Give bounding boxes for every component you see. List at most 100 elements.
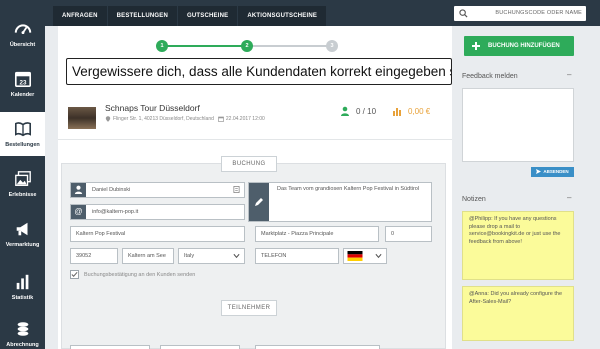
chevron-down-icon [375,253,382,259]
send-icon [536,169,542,175]
name-field[interactable]: Daniel Dubinski [70,182,245,198]
phone-placeholder: TELEFON [261,253,287,259]
add-booking-label: BUCHUNG HINZUFÜGEN [488,43,560,49]
search-placeholder: BUCHUNGSCODE ODER NAME [495,10,582,16]
top-bar: ANFRAGEN BESTELLUNGEN GUTSCHEINE AKTIONS… [45,0,600,26]
bar-chart-icon [393,108,401,116]
tab-aktionsgutscheine[interactable]: AKTIONSGUTSCHEINE [238,6,327,26]
validation-tooltip: Vergewissere dich, dass alle Kundendaten… [66,58,452,85]
participants-stat: 0 / 10 [340,106,376,116]
country-select[interactable]: Italy [178,248,245,264]
note-card: @Philipp: If you have any questions plea… [462,211,574,280]
house-number-value: 0 [391,231,395,237]
send-feedback-button[interactable]: ABSENDEN [531,167,574,177]
notes-collapse-button[interactable]: – [567,193,571,202]
city-field[interactable]: Kaltern am See [122,248,174,264]
sidebar-item-erlebnisse[interactable]: Erlebnisse [0,170,45,200]
pencil-icon [255,198,263,206]
sidebar-item-label: Übersicht [9,42,36,48]
sidebar-item-label: Bestellungen [5,142,40,148]
company-value: Kaltern Pop Festival [76,231,126,237]
divider [58,139,452,140]
note-text: @Philipp: If you have any questions plea… [469,216,561,245]
note-text: @Anna: Did you already configure the Aft… [469,291,563,305]
step-line-pending [247,45,332,47]
at-icon: @ [74,207,82,216]
sidebar-item-label: Abrechnung [6,342,39,348]
section-label-teilnehmer: TEILNEHMER [221,300,277,316]
sidebar-item-statistik[interactable]: Statistik [0,273,45,303]
book-icon [14,122,31,137]
event-thumbnail [68,107,96,129]
phone-country-select[interactable] [343,248,387,264]
progress-stepper: 1 2 3 [156,40,338,52]
event-address: Flinger Str. 1, 40213 Düsseldorf, Deutsc… [113,116,214,122]
sidebar: Übersicht 23 Kalender Bestellungen Erleb… [0,0,45,349]
sidebar-item-abrechnung[interactable]: Abrechnung [0,320,45,349]
send-confirmation-checkbox[interactable] [70,270,79,279]
photos-icon [14,171,31,186]
sidebar-item-label: Kalender [10,92,35,98]
house-number-field[interactable]: 0 [385,226,432,242]
field-addon [249,183,269,221]
send-confirmation-row[interactable]: Buchungsbestätigung an den Kunden senden [70,270,195,279]
participants-count: 0 / 10 [356,106,377,116]
step-1[interactable]: 1 [156,40,168,52]
company-field[interactable]: Kaltern Pop Festival [70,226,245,242]
street-field[interactable]: Marktplatz - Piazza Principale [255,226,379,242]
sidebar-item-label: Erlebnisse [8,192,37,198]
zip-value: 39052 [76,253,92,259]
street-value: Marktplatz - Piazza Principale [261,231,334,237]
email-field[interactable]: @ info@kaltern-pop.it [70,204,245,220]
participant-field[interactable] [160,345,240,349]
revenue-amount: 0,00 € [408,106,431,116]
feedback-title: Feedback melden [462,73,518,80]
field-addon: @ [71,205,86,219]
add-booking-button[interactable]: BUCHUNG HINZUFÜGEN [464,36,574,56]
field-addon [71,183,86,197]
sidebar-item-vermarktung[interactable]: Vermarktung [0,220,45,250]
participant-field[interactable] [70,345,150,349]
feedback-collapse-button[interactable]: – [567,70,571,79]
city-value: Kaltern am See [128,253,166,259]
event-title: Schnaps Tour Düsseldorf [105,103,200,113]
top-tabs: ANFRAGEN BESTELLUNGEN GUTSCHEINE AKTIONS… [53,6,327,26]
notes-title: Notizen [462,196,486,203]
tab-gutscheine[interactable]: GUTSCHEINE [178,6,238,26]
feedback-textarea[interactable] [462,88,574,162]
sidebar-item-label: Statistik [11,295,34,301]
step-line-done [162,45,247,47]
chevron-down-icon [233,253,240,259]
tab-anfragen[interactable]: ANFRAGEN [53,6,107,26]
dashboard-icon [14,24,31,35]
bar-chart-icon [16,274,28,290]
zip-field[interactable]: 39052 [70,248,118,264]
megaphone-icon [16,222,27,236]
sidebar-item-kalender[interactable]: 23 Kalender [0,70,45,100]
email-value: info@kaltern-pop.it [92,209,139,215]
revenue-stat: 0,00 € [392,106,430,116]
event-date: 22.04.2017 12:00 [225,116,265,122]
step-3[interactable]: 3 [326,40,338,52]
participant-field[interactable] [255,345,380,349]
search-icon [459,9,468,18]
coins-icon [17,322,28,336]
phone-field[interactable]: TELEFON [255,248,339,264]
notes-value: Das Team vom grandiosen Kaltern Pop Fest… [277,186,420,192]
tab-bestellungen[interactable]: BESTELLUNGEN [107,6,178,26]
sidebar-item-uebersicht[interactable]: Übersicht [0,20,45,50]
sidebar-item-label: Vermarktung [5,242,40,248]
section-label-buchung: BUCHUNG [221,156,277,172]
sidebar-item-bestellungen[interactable]: Bestellungen [0,112,45,156]
notes-textarea[interactable]: Das Team vom grandiosen Kaltern Pop Fest… [248,182,432,222]
person-icon [341,106,349,116]
name-value: Daniel Dubinski [92,187,131,193]
note-card: @Anna: Did you already configure the Aft… [462,286,574,341]
search-input[interactable]: BUCHUNGSCODE ODER NAME [454,6,586,21]
contact-card-icon[interactable] [233,186,240,193]
svg-text:23: 23 [19,79,27,86]
step-2[interactable]: 2 [241,40,253,52]
calendar-icon: 23 [14,71,31,88]
check-icon [71,271,78,278]
event-meta: Flinger Str. 1, 40213 Düsseldorf, Deutsc… [105,116,265,122]
